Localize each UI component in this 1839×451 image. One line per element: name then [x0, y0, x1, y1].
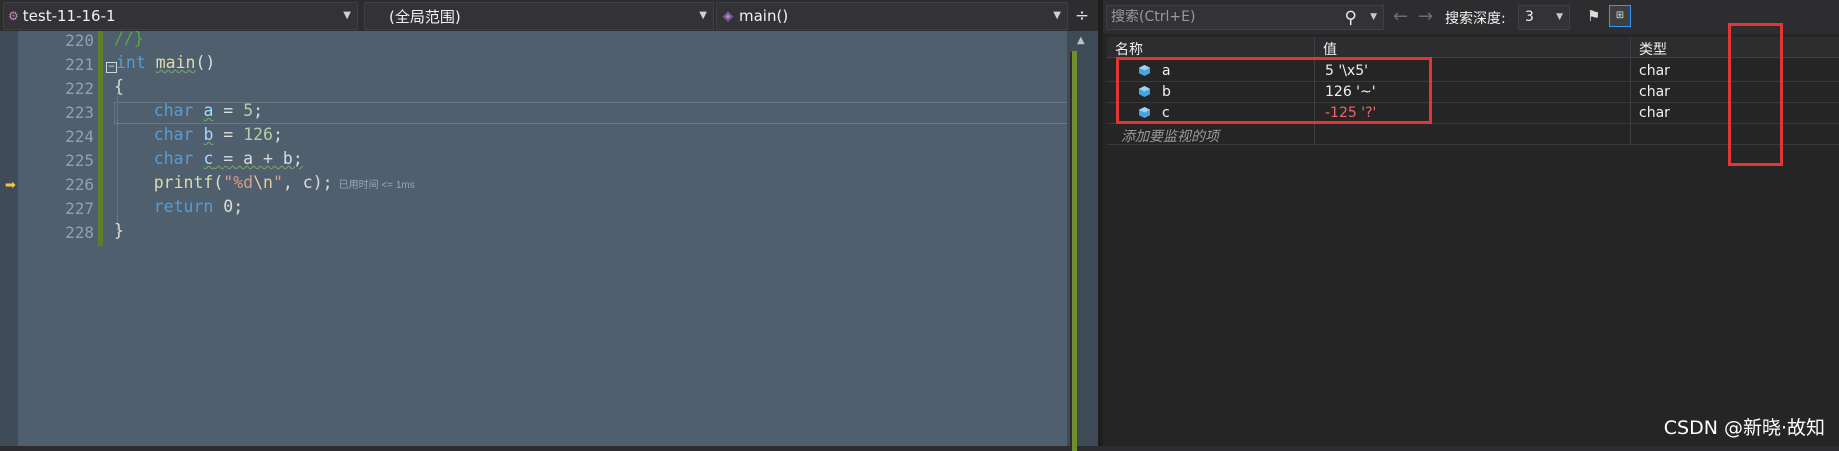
glyph-margin[interactable]: [0, 31, 18, 446]
column-divider[interactable]: [1630, 37, 1631, 145]
chevron-down-icon: ▼: [1053, 10, 1061, 21]
line-number: 225: [65, 151, 94, 170]
scope-combo-label: (全局范围): [389, 7, 461, 26]
navigation-bar: ⚙ test-11-16-1 ▼ (全局范围) ▼ ◈ main() ▼ ÷: [0, 0, 1098, 31]
scope-combo[interactable]: (全局范围) ▼: [364, 2, 714, 30]
code-line-222: {: [114, 77, 124, 96]
search-icon[interactable]: ⚲: [1345, 7, 1357, 30]
function-combo-label: main(): [739, 7, 789, 25]
add-watch-placeholder[interactable]: 添加要监视的项: [1121, 126, 1219, 146]
project-icon: ⚙: [8, 9, 19, 23]
chevron-down-icon: ▼: [699, 10, 707, 21]
scroll-thumb[interactable]: [1072, 51, 1077, 451]
line-number: 220: [65, 31, 94, 50]
code-line-224: char b = 126;: [153, 125, 283, 144]
hex-display-icon[interactable]: ⊞: [1609, 5, 1631, 27]
code-line-223: char a = 5;: [153, 101, 264, 120]
back-arrow-icon[interactable]: ←: [1393, 6, 1408, 27]
project-combo-label: test-11-16-1: [22, 7, 116, 25]
search-depth-select[interactable]: 3 ▼: [1518, 5, 1570, 30]
project-combo[interactable]: ⚙ test-11-16-1 ▼: [3, 2, 358, 30]
vertical-scrollbar[interactable]: ▲: [1067, 31, 1098, 451]
line-number: 226: [65, 175, 94, 194]
chevron-down-icon: ▼: [343, 10, 351, 21]
search-input[interactable]: 搜索(Ctrl+E) ⚲ ▼: [1106, 5, 1384, 30]
code-line-221: int main(): [116, 53, 216, 72]
line-number: 224: [65, 127, 94, 146]
function-icon: ◈: [723, 8, 733, 24]
chevron-down-icon: ▼: [1556, 12, 1563, 22]
watch-row-type: char: [1639, 63, 1670, 79]
line-number: 221: [65, 55, 94, 74]
line-number: 227: [65, 199, 94, 218]
line-number: 228: [65, 223, 94, 242]
code-line-228: }: [114, 221, 124, 240]
split-window-icon[interactable]: ÷: [1070, 2, 1094, 30]
watch-row-type: char: [1639, 84, 1670, 100]
line-number: 222: [65, 79, 94, 98]
chevron-down-icon[interactable]: ▼: [1370, 6, 1377, 29]
filter-icon[interactable]: ⚑: [1587, 7, 1600, 25]
line-number: 223: [65, 103, 94, 122]
function-combo[interactable]: ◈ main() ▼: [716, 2, 1068, 30]
search-placeholder: 搜索(Ctrl+E): [1111, 9, 1196, 25]
next-statement-arrow-icon: ➡: [5, 178, 16, 193]
scroll-up-icon[interactable]: ▲: [1077, 35, 1085, 46]
code-line-220: //}: [114, 29, 144, 48]
watermark: CSDN @新晓·故知: [1663, 417, 1825, 439]
line-number-gutter: 220 221 222 223 224 225 226 227 228: [18, 31, 98, 446]
column-name-header[interactable]: 名称: [1115, 39, 1143, 59]
change-tracking-bar: [98, 31, 103, 246]
annotation-box-values: [1116, 57, 1432, 124]
forward-arrow-icon[interactable]: →: [1418, 6, 1433, 27]
code-line-225: char c = a + b;: [153, 149, 303, 168]
watch-row-type: char: [1639, 105, 1670, 121]
code-line-226: printf("%d\n", c); 已用时间 <= 1ms: [153, 173, 415, 192]
code-line-227: return 0;: [153, 197, 244, 216]
perf-tip[interactable]: 已用时间 <= 1ms: [339, 180, 415, 191]
column-value-header[interactable]: 值: [1323, 39, 1337, 59]
search-depth-label: 搜索深度:: [1445, 11, 1506, 27]
annotation-box-type: [1728, 23, 1783, 166]
code-area[interactable]: //} int main() { char a = 5; char b = 12…: [104, 29, 1064, 446]
code-editor[interactable]: ⚙ test-11-16-1 ▼ (全局范围) ▼ ◈ main() ▼ ÷ ➡…: [0, 0, 1098, 451]
column-type-header[interactable]: 类型: [1639, 39, 1667, 59]
